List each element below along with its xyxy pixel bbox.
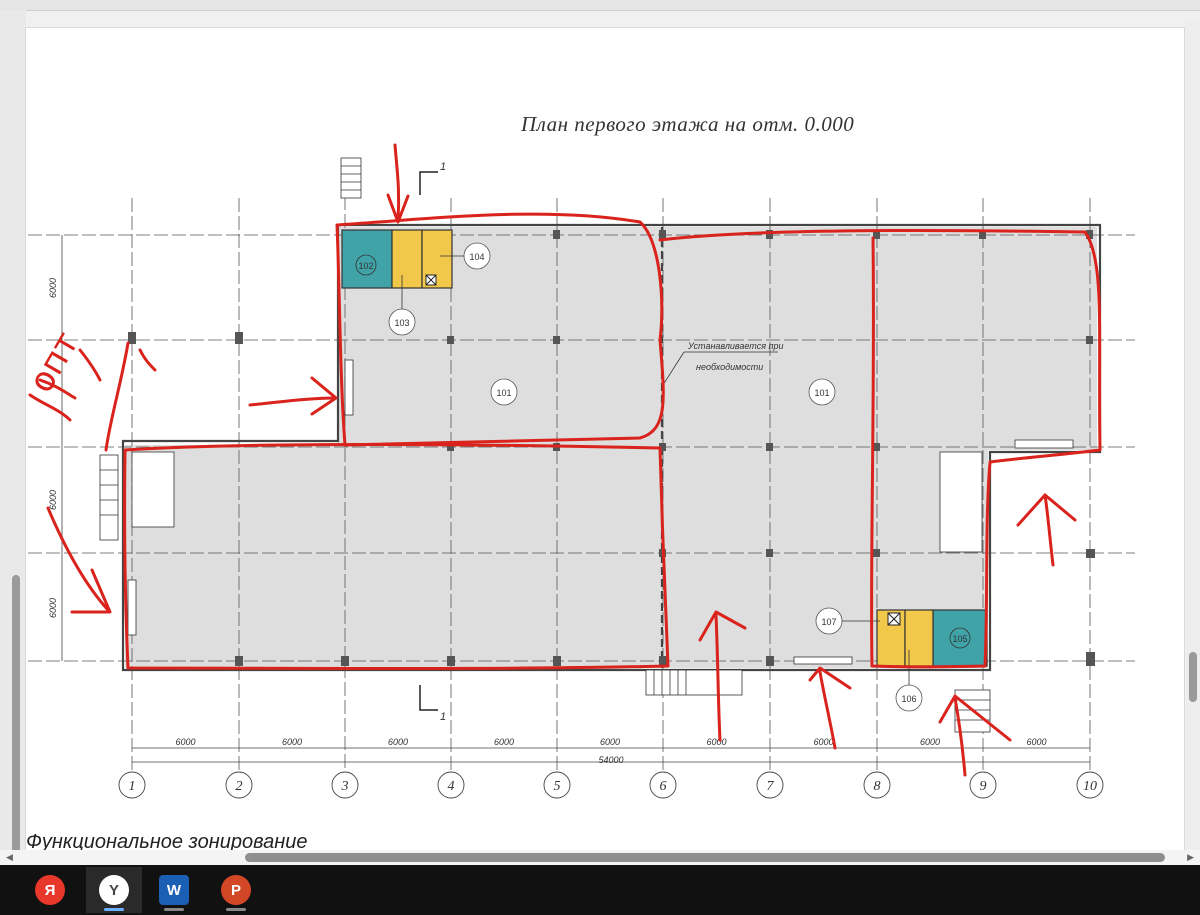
taskbar-yandex[interactable]: Я <box>22 867 78 913</box>
axis-label: 4 <box>448 779 455 794</box>
axis-label: 6 <box>660 779 667 794</box>
axis-label: 7 <box>767 779 775 794</box>
horizontal-scrollbar[interactable]: ◀ ▶ <box>0 850 1200 865</box>
axis-bubbles <box>118 771 1104 799</box>
axis-label: 1 <box>129 779 136 794</box>
powerpoint-icon: P <box>221 875 251 905</box>
room-107-label: 107 <box>821 617 836 627</box>
note-line-1: Устанавливается при <box>687 341 783 351</box>
section-heading: Функциональное зонирование <box>26 831 308 850</box>
open-indicator <box>164 908 184 911</box>
document-page: 102 103 104 101 101 105 106 107 Устанавл… <box>26 28 1184 850</box>
left-dimension-label: 6000 <box>48 598 58 618</box>
axis-label: 5 <box>554 779 561 794</box>
span-label: 6000 <box>706 737 726 747</box>
span-labels: 6000 6000 6000 6000 6000 6000 6000 6000 6000 <box>175 737 1046 747</box>
horizontal-scrollbar-thumb[interactable] <box>245 853 1165 862</box>
span-label: 6000 <box>813 737 833 747</box>
room-105-label: 105 <box>952 634 967 644</box>
room-101-label-b: 101 <box>814 388 829 398</box>
scroll-right-icon[interactable]: ▶ <box>1187 852 1194 863</box>
taskbar-word[interactable]: W <box>146 867 202 913</box>
span-label: 6000 <box>388 737 408 747</box>
room-101-label-a: 101 <box>496 388 511 398</box>
total-span-label: 54000 <box>598 755 623 765</box>
taskbar-powerpoint[interactable]: P <box>208 867 264 913</box>
span-label: 6000 <box>494 737 514 747</box>
vertical-scrollbar-thumb[interactable] <box>1189 652 1197 702</box>
axis-label: 8 <box>874 779 881 794</box>
axis-labels: 1 2 3 4 5 6 7 8 9 10 <box>129 779 1098 794</box>
vertical-scrollbar[interactable] <box>1186 20 1200 850</box>
room-102-label: 102 <box>358 261 373 271</box>
note-line-2: необходимости <box>696 362 763 372</box>
span-label: 6000 <box>920 737 940 747</box>
yandex-icon: Я <box>35 875 65 905</box>
left-dimension-label: 6000 <box>48 278 58 298</box>
yandex-browser-icon: Y <box>99 875 129 905</box>
span-label: 6000 <box>175 737 195 747</box>
room-block-top <box>341 229 453 289</box>
taskbar: Я Y W P <box>0 865 1200 915</box>
open-indicator <box>226 908 246 911</box>
section-mark-bottom: 1 <box>440 711 446 723</box>
left-dimension-label: 6000 <box>48 490 58 510</box>
axis-label: 10 <box>1083 779 1097 794</box>
span-label: 6000 <box>282 737 302 747</box>
span-label: 6000 <box>600 737 620 747</box>
taskbar-yandex-browser[interactable]: Y <box>86 867 142 913</box>
room-103-label: 103 <box>394 318 409 328</box>
span-label: 6000 <box>1026 737 1046 747</box>
left-scroll-gutter <box>0 10 26 860</box>
room-104-label: 104 <box>469 252 484 262</box>
left-scrollbar-thumb[interactable] <box>12 575 20 860</box>
word-icon: W <box>159 875 189 905</box>
room-106-label: 106 <box>901 694 916 704</box>
scroll-left-icon[interactable]: ◀ <box>6 852 13 863</box>
section-mark-top: 1 <box>440 161 446 173</box>
window-top-bar <box>0 0 1200 11</box>
axis-label: 2 <box>236 779 243 794</box>
floor-plan-drawing: 102 103 104 101 101 105 106 107 Устанавл… <box>26 143 1135 799</box>
axis-label: 9 <box>980 779 987 794</box>
axis-label: 3 <box>341 779 349 794</box>
plan-title: План первого этажа на отм. 0.000 <box>521 112 855 136</box>
room-block-bottom <box>876 609 988 667</box>
handwritten-note: опт <box>26 325 87 399</box>
active-indicator <box>104 908 124 911</box>
